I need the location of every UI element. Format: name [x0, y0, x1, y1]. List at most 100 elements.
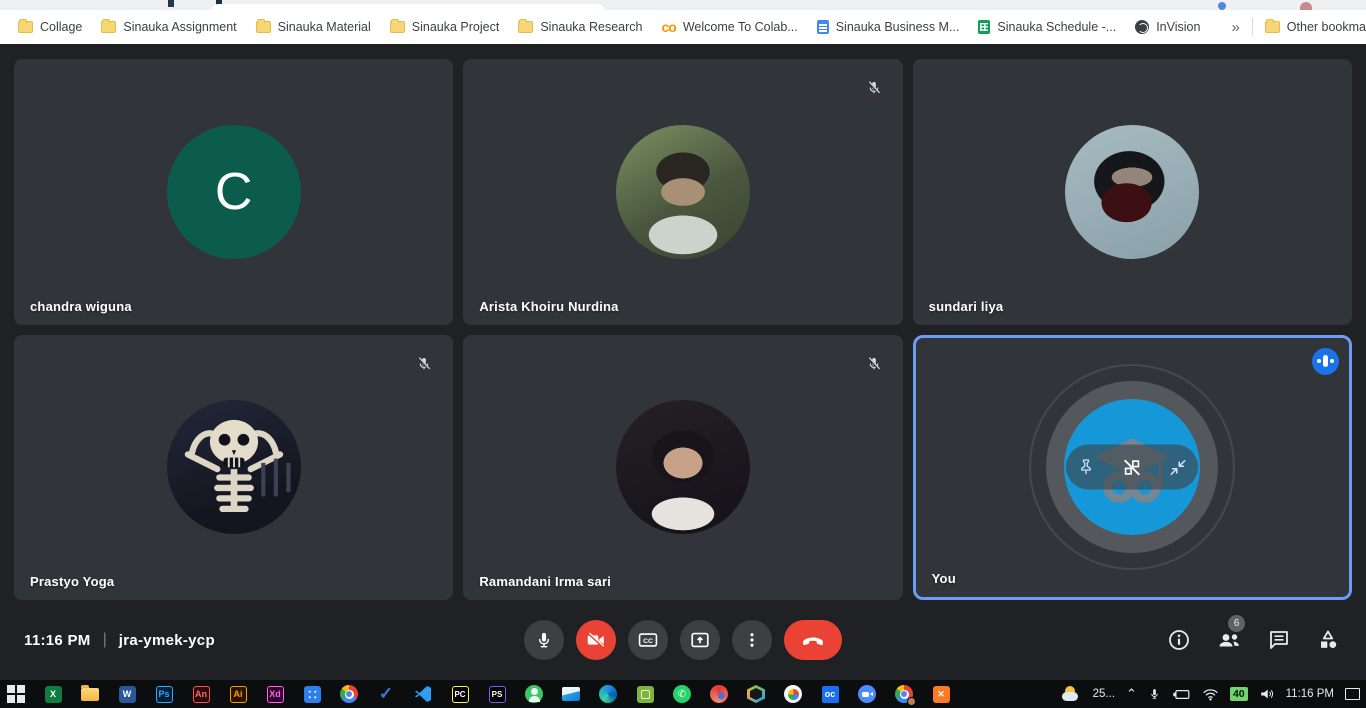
file-explorer-icon[interactable]: [80, 684, 100, 704]
divider: [1252, 18, 1253, 36]
excel-icon[interactable]: X: [43, 684, 63, 704]
other-bookmarks-button[interactable]: Other bookmarks: [1265, 20, 1366, 34]
tile-prastyo-yoga[interactable]: Prastyo Yoga: [14, 335, 453, 601]
captions-button[interactable]: CC: [628, 620, 668, 660]
folder-icon: [18, 21, 33, 33]
photoshop-icon[interactable]: Ps: [154, 684, 174, 704]
hexagon-app-icon[interactable]: [746, 684, 766, 704]
present-screen-icon: [689, 629, 711, 651]
bookmark-label: Welcome To Colab...: [683, 20, 798, 34]
mic-button[interactable]: [524, 620, 564, 660]
chrome-icon[interactable]: [339, 684, 359, 704]
bookmark-sinauka-research[interactable]: Sinauka Research: [518, 20, 642, 34]
avatar: C: [167, 125, 301, 259]
word-icon[interactable]: W: [117, 684, 137, 704]
meeting-details-button[interactable]: [1167, 628, 1191, 652]
zoom-app-icon[interactable]: [857, 684, 877, 704]
edge-icon[interactable]: [598, 684, 618, 704]
wifi-icon[interactable]: [1202, 688, 1219, 701]
taskbar-apps: X W Ps An Ai Xd ✓ PC PS ✆ oc ✕: [6, 684, 951, 704]
meet-stage: C chandra wiguna Arista Khoiru Nurdina s…: [0, 44, 1366, 680]
tile-chandra-wiguna[interactable]: C chandra wiguna: [14, 59, 453, 325]
meeting-info: 11:16 PM | jra-ymek-ycp: [24, 631, 215, 649]
mail-icon[interactable]: [561, 684, 581, 704]
avatar: [616, 400, 750, 534]
bookmark-sinauka-project[interactable]: Sinauka Project: [390, 20, 500, 34]
avatar: [167, 400, 301, 534]
more-options-button[interactable]: [732, 620, 772, 660]
tile-sundari-liya[interactable]: sundari liya: [913, 59, 1352, 325]
adobe-xd-icon[interactable]: Xd: [265, 684, 285, 704]
self-tile-hover-controls: [1066, 445, 1198, 490]
participant-name: chandra wiguna: [30, 299, 132, 314]
weather-temp[interactable]: 25...: [1093, 688, 1115, 700]
battery-icon[interactable]: [1172, 688, 1191, 701]
pycharm-icon[interactable]: PC: [450, 684, 470, 704]
avatar: [1065, 125, 1199, 259]
meeting-side-controls: 6: [1167, 628, 1340, 652]
chat-button[interactable]: [1267, 628, 1291, 652]
camera-off-button[interactable]: [576, 620, 616, 660]
bookmark-sinauka-business[interactable]: Sinauka Business M...: [817, 20, 960, 34]
present-button[interactable]: [680, 620, 720, 660]
meeting-code[interactable]: jra-ymek-ycp: [119, 632, 215, 649]
calendar-app-icon[interactable]: [302, 684, 322, 704]
bookmark-welcome-colab[interactable]: co Welcome To Colab...: [661, 20, 797, 34]
red-swirl-app-icon[interactable]: [709, 684, 729, 704]
mic-muted-badge: [407, 347, 441, 381]
bookmark-label: Sinauka Assignment: [123, 20, 236, 34]
tile-ramandani-irma-sari[interactable]: Ramandani Irma sari: [463, 335, 902, 601]
weather-icon[interactable]: [1062, 686, 1082, 702]
captions-icon: CC: [637, 629, 659, 651]
battery-percent-badge[interactable]: 40: [1230, 687, 1248, 701]
leave-call-button[interactable]: [784, 620, 842, 660]
tile-you[interactable]: You: [913, 335, 1352, 601]
bookmark-invision[interactable]: InVision: [1135, 20, 1200, 34]
start-button[interactable]: [6, 684, 26, 704]
bookmark-sinauka-schedule[interactable]: Sinauka Schedule -...: [978, 20, 1116, 34]
green-contact-app-icon[interactable]: [524, 684, 544, 704]
tile-arista-khoiru-nurdina[interactable]: Arista Khoiru Nurdina: [463, 59, 902, 325]
skeleton-avatar-art: [167, 400, 301, 534]
tray-expand-chevron[interactable]: ⌃: [1126, 686, 1137, 702]
chrome-profile-window-icon[interactable]: [894, 684, 914, 704]
bookmark-label: InVision: [1156, 20, 1200, 34]
call-end-icon: [801, 628, 825, 652]
windows-taskbar: X W Ps An Ai Xd ✓ PC PS ✆ oc ✕ 25... ⌃: [0, 680, 1366, 708]
info-icon: [1167, 628, 1191, 652]
pinwheel-app-icon[interactable]: [783, 684, 803, 704]
browser-toolbar-remnant: [0, 0, 1366, 10]
folder-icon: [1265, 21, 1280, 33]
profile-badge: [907, 697, 916, 706]
minimize-icon[interactable]: [1168, 457, 1188, 477]
audio-level-indicator: [1312, 348, 1339, 375]
avatar-letter: C: [215, 162, 253, 222]
droidcam-icon[interactable]: [635, 684, 655, 704]
grid-off-icon[interactable]: [1121, 456, 1143, 478]
animate-icon[interactable]: An: [191, 684, 211, 704]
activities-button[interactable]: [1316, 628, 1340, 652]
participants-button[interactable]: 6: [1216, 628, 1242, 652]
google-sheets-icon: [978, 20, 990, 34]
tray-mic-icon[interactable]: [1148, 686, 1161, 702]
phpstorm-icon[interactable]: PS: [487, 684, 507, 704]
activities-shapes-icon: [1316, 628, 1340, 652]
bookmark-collage[interactable]: Collage: [18, 20, 82, 34]
bookmarks-overflow-chevron[interactable]: »: [1219, 19, 1251, 36]
pin-icon[interactable]: [1076, 457, 1096, 477]
bookmark-sinauka-assignment[interactable]: Sinauka Assignment: [101, 20, 236, 34]
todo-check-icon[interactable]: ✓: [376, 684, 396, 704]
xampp-icon[interactable]: ✕: [931, 684, 951, 704]
illustrator-icon[interactable]: Ai: [228, 684, 248, 704]
folder-icon: [390, 21, 405, 33]
bookmark-sinauka-material[interactable]: Sinauka Material: [256, 20, 371, 34]
participant-name: Ramandani Irma sari: [479, 574, 611, 589]
volume-icon[interactable]: [1259, 687, 1275, 701]
oc-blue-app-icon[interactable]: oc: [820, 684, 840, 704]
tray-clock[interactable]: 11:16 PM: [1286, 688, 1334, 700]
whatsapp-icon[interactable]: ✆: [672, 684, 692, 704]
meet-control-bar: 11:16 PM | jra-ymek-ycp: [0, 600, 1366, 680]
colab-icon: co: [661, 20, 675, 34]
action-center-icon[interactable]: [1345, 688, 1360, 700]
vscode-icon[interactable]: [413, 684, 433, 704]
